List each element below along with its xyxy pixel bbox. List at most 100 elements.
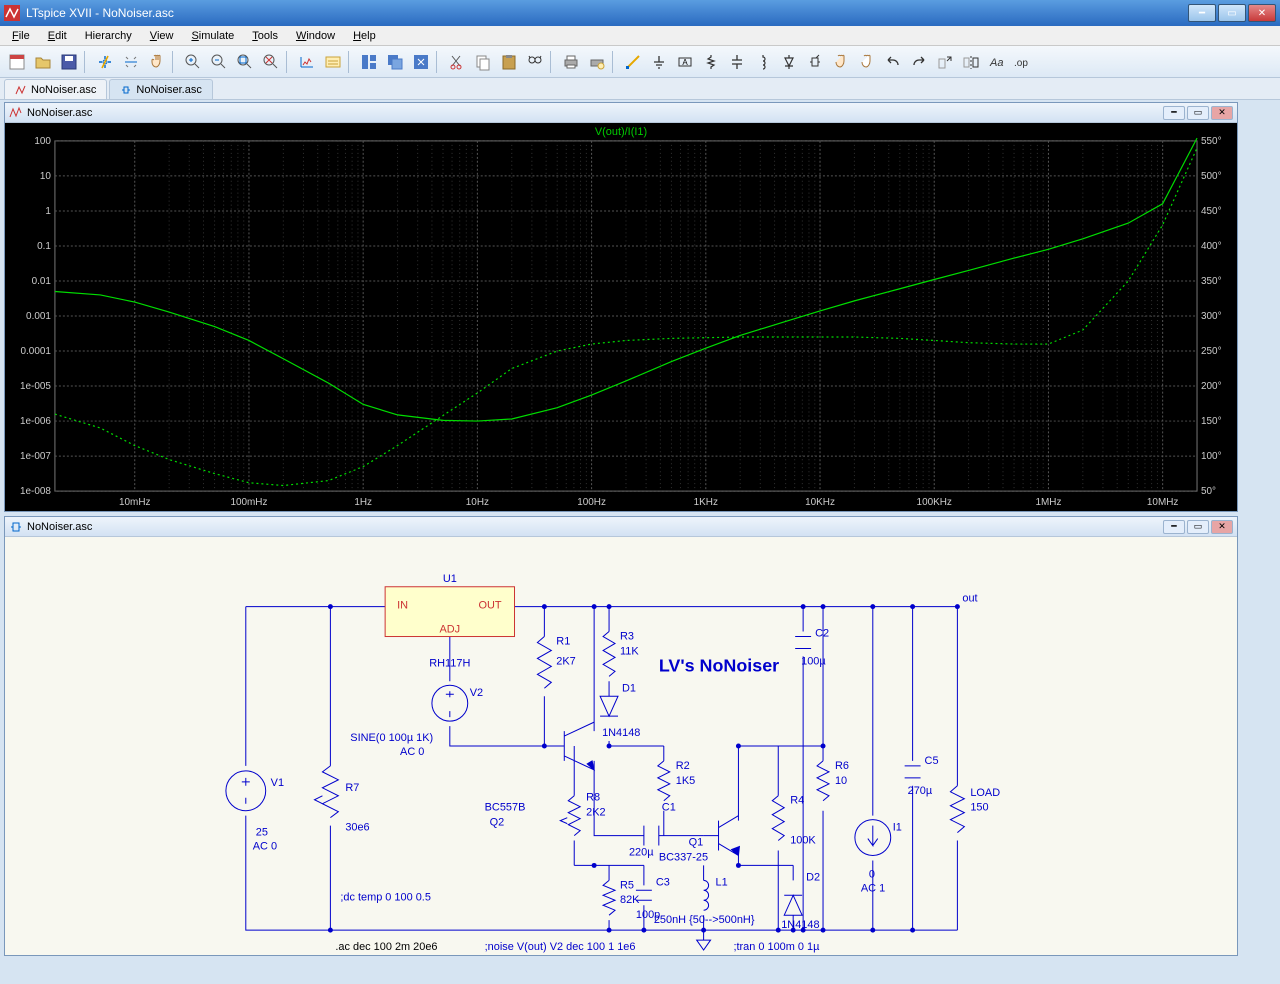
zoom-back-button[interactable]	[258, 49, 284, 75]
svg-text:;noise V(out) V2 dec 100 1 1e6: ;noise V(out) V2 dec 100 1 1e6	[485, 941, 636, 953]
plot-canvas[interactable]: V(out)/I(I1) 10mHz100mHz1Hz10Hz100Hz1KHz…	[5, 123, 1237, 511]
setup-button[interactable]	[320, 49, 346, 75]
plot-titlebar[interactable]: NoNoiser.asc ━ ▭ ✕	[5, 103, 1237, 123]
svg-text:1Hz: 1Hz	[354, 497, 372, 508]
menu-hierarchy[interactable]: Hierarchy	[77, 28, 140, 44]
svg-text:V2: V2	[470, 687, 483, 699]
close-window-button[interactable]	[408, 49, 434, 75]
redo-button[interactable]	[906, 49, 932, 75]
menu-simulate[interactable]: Simulate	[183, 28, 242, 44]
find-button[interactable]	[522, 49, 548, 75]
svg-text:R2: R2	[676, 760, 690, 772]
menu-help[interactable]: Help	[345, 28, 384, 44]
svg-text:1N4148: 1N4148	[781, 919, 819, 931]
svg-text:1KHz: 1KHz	[694, 497, 718, 508]
menu-file[interactable]: File	[4, 28, 38, 44]
undo-button[interactable]	[880, 49, 906, 75]
diode-button[interactable]	[776, 49, 802, 75]
component-button[interactable]	[802, 49, 828, 75]
new-schematic-button[interactable]	[4, 49, 30, 75]
waveform-icon	[9, 106, 23, 120]
tab-waveform[interactable]: NoNoiser.asc	[4, 79, 107, 99]
zoom-fit-button[interactable]	[232, 49, 258, 75]
svg-text:;tran 0 100m 0 1µ: ;tran 0 100m 0 1µ	[733, 941, 820, 953]
svg-text:250nH {50-->500nH}: 250nH {50-->500nH}	[654, 914, 755, 926]
tab-schematic[interactable]: NoNoiser.asc	[109, 79, 212, 99]
menu-tools[interactable]: Tools	[244, 28, 286, 44]
run-button[interactable]	[92, 49, 118, 75]
maximize-button[interactable]: ▭	[1187, 520, 1209, 534]
svg-text:.ac dec 100 2m 20e6: .ac dec 100 2m 20e6	[335, 941, 437, 953]
tile-windows-button[interactable]	[356, 49, 382, 75]
ground-button[interactable]	[646, 49, 672, 75]
paste-button[interactable]	[496, 49, 522, 75]
svg-text:1N4148: 1N4148	[602, 727, 640, 739]
schematic-window-title: NoNoiser.asc	[27, 521, 1161, 533]
drag-button[interactable]	[854, 49, 880, 75]
svg-text:100mHz: 100mHz	[230, 497, 267, 508]
svg-text:R5: R5	[620, 879, 634, 891]
svg-text:350°: 350°	[1201, 276, 1222, 287]
minimize-button[interactable]: ━	[1188, 4, 1216, 22]
move-button[interactable]	[828, 49, 854, 75]
zoom-in-button[interactable]	[180, 49, 206, 75]
rotate-button[interactable]	[932, 49, 958, 75]
maximize-button[interactable]: ▭	[1187, 106, 1209, 120]
menu-view[interactable]: View	[142, 28, 182, 44]
menu-edit[interactable]: Edit	[40, 28, 75, 44]
draw-wire-button[interactable]	[620, 49, 646, 75]
autorange-button[interactable]	[294, 49, 320, 75]
svg-text:10KHz: 10KHz	[805, 497, 835, 508]
text-button[interactable]: Aa	[984, 49, 1010, 75]
capacitor-button[interactable]	[724, 49, 750, 75]
svg-text:Q2: Q2	[490, 817, 505, 829]
plot-window-title: NoNoiser.asc	[27, 107, 1161, 119]
svg-text:A: A	[682, 58, 688, 67]
spice-directive-button[interactable]: .op	[1010, 49, 1036, 75]
svg-text:100: 100	[34, 136, 51, 147]
schematic-window: NoNoiser.asc ━ ▭ ✕	[4, 516, 1238, 956]
print-setup-button[interactable]	[584, 49, 610, 75]
schematic-icon	[9, 520, 23, 534]
svg-text:0.001: 0.001	[26, 311, 51, 322]
svg-text:0: 0	[869, 868, 875, 880]
resistor-button[interactable]	[698, 49, 724, 75]
label-net-button[interactable]: A	[672, 49, 698, 75]
pan-button[interactable]	[144, 49, 170, 75]
svg-text:Q1: Q1	[689, 837, 704, 849]
open-button[interactable]	[30, 49, 56, 75]
zoom-out-button[interactable]	[206, 49, 232, 75]
copy-button[interactable]	[470, 49, 496, 75]
stop-button[interactable]	[118, 49, 144, 75]
schematic-titlebar[interactable]: NoNoiser.asc ━ ▭ ✕	[5, 517, 1237, 537]
close-button[interactable]: ✕	[1248, 4, 1276, 22]
minimize-button[interactable]: ━	[1163, 106, 1185, 120]
svg-text:SINE(0 100µ 1K): SINE(0 100µ 1K)	[350, 732, 433, 744]
svg-text:200°: 200°	[1201, 381, 1222, 392]
svg-text:AC 0: AC 0	[253, 841, 277, 853]
print-button[interactable]	[558, 49, 584, 75]
close-button[interactable]: ✕	[1211, 520, 1233, 534]
svg-text:0.1: 0.1	[37, 241, 51, 252]
svg-text:LV's NoNoiser: LV's NoNoiser	[659, 655, 779, 675]
minimize-button[interactable]: ━	[1163, 520, 1185, 534]
svg-text:100Hz: 100Hz	[577, 497, 606, 508]
inductor-button[interactable]	[750, 49, 776, 75]
close-button[interactable]: ✕	[1211, 106, 1233, 120]
svg-text:U1: U1	[443, 573, 457, 585]
toolbar: A Aa .op	[0, 46, 1280, 78]
svg-text:250°: 250°	[1201, 346, 1222, 357]
cascade-windows-button[interactable]	[382, 49, 408, 75]
save-button[interactable]	[56, 49, 82, 75]
menu-window[interactable]: Window	[288, 28, 343, 44]
svg-text:10Hz: 10Hz	[466, 497, 489, 508]
maximize-button[interactable]: ▭	[1218, 4, 1246, 22]
schematic-canvas[interactable]: U1 IN OUT ADJ RH117H V1 25 AC 0 V2 SINE(…	[5, 537, 1237, 955]
cut-button[interactable]	[444, 49, 470, 75]
tab-label: NoNoiser.asc	[136, 84, 201, 96]
svg-text:10: 10	[40, 171, 52, 182]
svg-text:C3: C3	[656, 876, 670, 888]
svg-text:1e-006: 1e-006	[20, 416, 51, 427]
svg-text:150: 150	[970, 802, 988, 814]
mirror-button[interactable]	[958, 49, 984, 75]
